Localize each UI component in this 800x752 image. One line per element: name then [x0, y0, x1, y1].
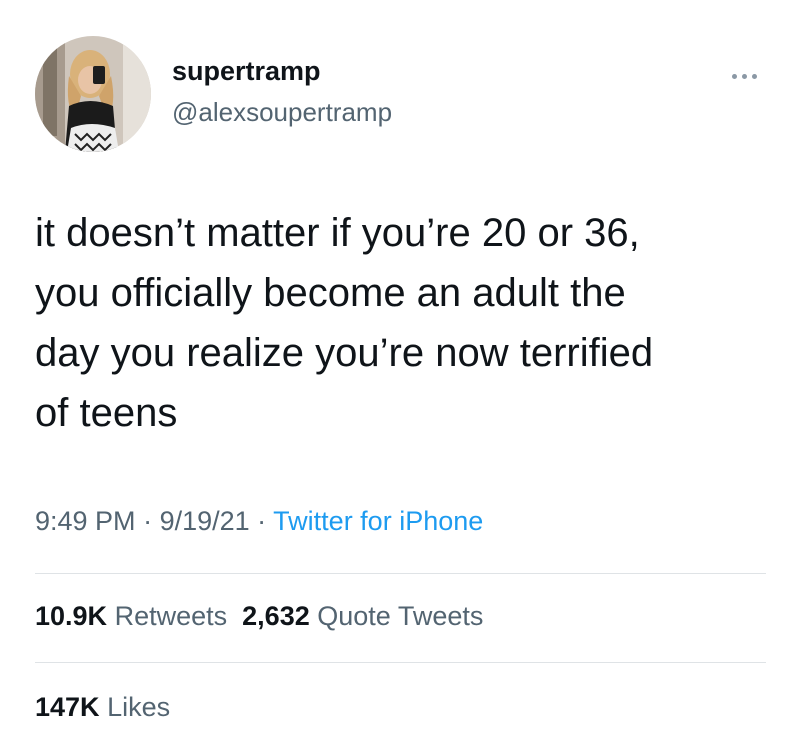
- tweet-meta: 9:49 PM · 9/19/21 · Twitter for iPhone: [35, 506, 483, 537]
- meta-separator: ·: [135, 506, 160, 536]
- retweets-count: 10.9K: [35, 601, 108, 631]
- likes-count: 147K: [35, 692, 100, 722]
- tweet-text-line: day you realize you’re now terrified: [35, 331, 654, 375]
- display-name[interactable]: supertramp: [172, 56, 321, 87]
- tweet-time[interactable]: 9:49 PM: [35, 506, 136, 536]
- likes-stat[interactable]: 147K Likes: [35, 692, 170, 722]
- meta-separator: ·: [249, 506, 274, 536]
- divider: [35, 573, 766, 574]
- tweet-text-line: of teens: [35, 391, 178, 435]
- more-dot: [751, 73, 757, 79]
- retweets-label: Retweets: [114, 601, 228, 631]
- tweet-text-line: you officially become an adult the: [35, 271, 626, 315]
- avatar[interactable]: [35, 36, 151, 152]
- user-handle[interactable]: @alexsoupertramp: [172, 97, 392, 128]
- engagement-stats: 10.9K Retweets 2,632 Quote Tweets: [35, 601, 483, 632]
- divider: [35, 662, 766, 663]
- likes-stats: 147K Likes: [35, 692, 170, 723]
- tweet-text-line: it doesn’t matter if you’re 20 or 36,: [35, 211, 640, 255]
- quote-tweets-count: 2,632: [242, 601, 310, 631]
- quote-tweets-label: Quote Tweets: [317, 601, 484, 631]
- tweet-source[interactable]: Twitter for iPhone: [273, 506, 483, 536]
- tweet-text: it doesn’t matter if you’re 20 or 36, yo…: [35, 203, 775, 443]
- likes-label: Likes: [107, 692, 171, 722]
- more-horizontal-icon[interactable]: [721, 64, 767, 88]
- tweet-date[interactable]: 9/19/21: [160, 506, 250, 536]
- profile-photo: [35, 36, 151, 152]
- retweets-stat[interactable]: 10.9K Retweets: [35, 601, 227, 631]
- quote-tweets-stat[interactable]: 2,632 Quote Tweets: [242, 601, 483, 631]
- more-dot: [741, 73, 747, 79]
- more-dot: [731, 73, 737, 79]
